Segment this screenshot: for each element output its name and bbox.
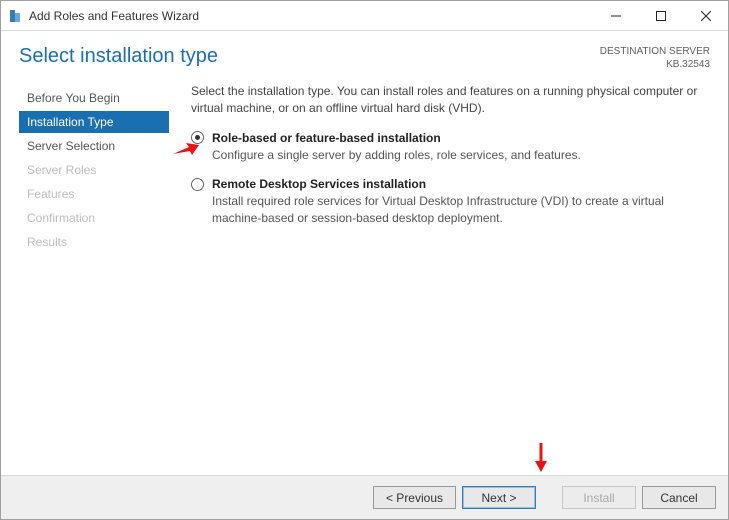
install-button: Install (562, 486, 636, 509)
radio-role-based[interactable] (191, 131, 204, 144)
next-button[interactable]: Next > (462, 486, 536, 509)
destination-label: DESTINATION SERVER (600, 45, 710, 58)
sidebar-item-server-selection[interactable]: Server Selection (19, 135, 169, 157)
destination-block: DESTINATION SERVER KB.32543 (600, 45, 710, 71)
previous-button[interactable]: < Previous (373, 486, 456, 509)
main-content: Select the installation type. You can in… (169, 83, 710, 475)
footer: < Previous Next > Install Cancel (1, 475, 728, 519)
option-desc: Install required role services for Virtu… (212, 193, 710, 227)
sidebar: Before You Begin Installation Type Serve… (19, 83, 169, 475)
sidebar-item-confirmation: Confirmation (19, 207, 169, 229)
sidebar-item-installation-type[interactable]: Installation Type (19, 111, 169, 133)
intro-text: Select the installation type. You can in… (191, 83, 710, 117)
wizard-window: Add Roles and Features Wizard Select ins… (0, 0, 729, 520)
option-desc: Configure a single server by adding role… (212, 147, 710, 164)
option-role-based[interactable]: Role-based or feature-based installation… (191, 131, 710, 164)
body-row: Before You Begin Installation Type Serve… (1, 77, 728, 475)
maximize-button[interactable] (638, 1, 683, 30)
option-row: Remote Desktop Services installation (191, 177, 710, 191)
option-remote-desktop[interactable]: Remote Desktop Services installation Ins… (191, 177, 710, 227)
option-label: Remote Desktop Services installation (212, 177, 426, 191)
option-label: Role-based or feature-based installation (212, 131, 441, 145)
titlebar: Add Roles and Features Wizard (1, 1, 728, 31)
app-icon (7, 8, 23, 24)
cancel-button[interactable]: Cancel (642, 486, 716, 509)
minimize-button[interactable] (593, 1, 638, 30)
sidebar-item-server-roles: Server Roles (19, 159, 169, 181)
destination-name: KB.32543 (600, 58, 710, 71)
sidebar-item-results: Results (19, 231, 169, 253)
page-title: Select installation type (19, 45, 218, 68)
radio-remote-desktop[interactable] (191, 178, 204, 191)
header-row: Select installation type DESTINATION SER… (1, 31, 728, 77)
sidebar-item-before-you-begin[interactable]: Before You Begin (19, 87, 169, 109)
window-controls (593, 1, 728, 30)
sidebar-item-features: Features (19, 183, 169, 205)
close-button[interactable] (683, 1, 728, 30)
option-row: Role-based or feature-based installation (191, 131, 710, 145)
window-title: Add Roles and Features Wizard (29, 9, 593, 23)
